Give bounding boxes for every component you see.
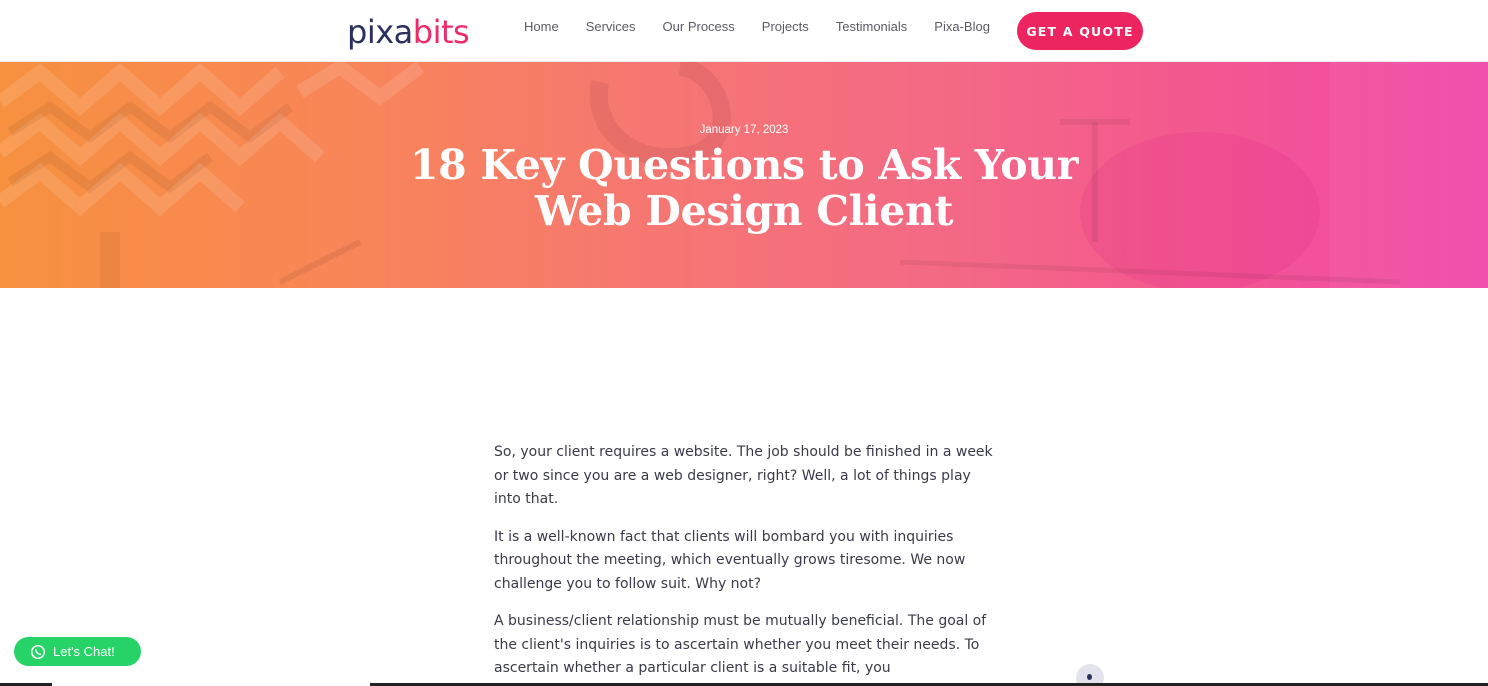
nav-home[interactable]: Home (524, 19, 559, 35)
nav-our-process[interactable]: Our Process (663, 19, 735, 35)
nav-services[interactable]: Services (586, 19, 636, 35)
post-date: January 17, 2023 (699, 124, 789, 136)
whatsapp-icon (30, 644, 46, 659)
lets-chat-label: Let's Chat! (53, 644, 115, 659)
site-header: pixabits Home Services Our Process Proje… (0, 0, 1488, 62)
article-paragraph: It is a well-known fact that clients wil… (494, 528, 966, 592)
nav-projects[interactable]: Projects (762, 19, 809, 35)
main-nav: Home Services Our Process Projects Testi… (524, 19, 1017, 35)
site-logo[interactable]: pixabits (347, 12, 470, 52)
nav-testimonials[interactable]: Testimonials (836, 19, 908, 35)
get-a-quote-button[interactable]: GET A QUOTE (1017, 12, 1143, 50)
post-title: 18 Key Questions to Ask Your Web Design … (409, 141, 1079, 235)
lets-chat-button[interactable]: Let's Chat! (14, 637, 141, 666)
hero-banner: January 17, 2023 18 Key Questions to Ask… (0, 62, 1488, 288)
article-body: So, your client requires a website. The … (494, 441, 999, 686)
article-paragraph: So, your client requires a website. The … (494, 444, 993, 507)
article-paragraph: A business/client relationship must be m… (494, 613, 987, 676)
nav-pixa-blog[interactable]: Pixa-Blog (934, 19, 990, 35)
